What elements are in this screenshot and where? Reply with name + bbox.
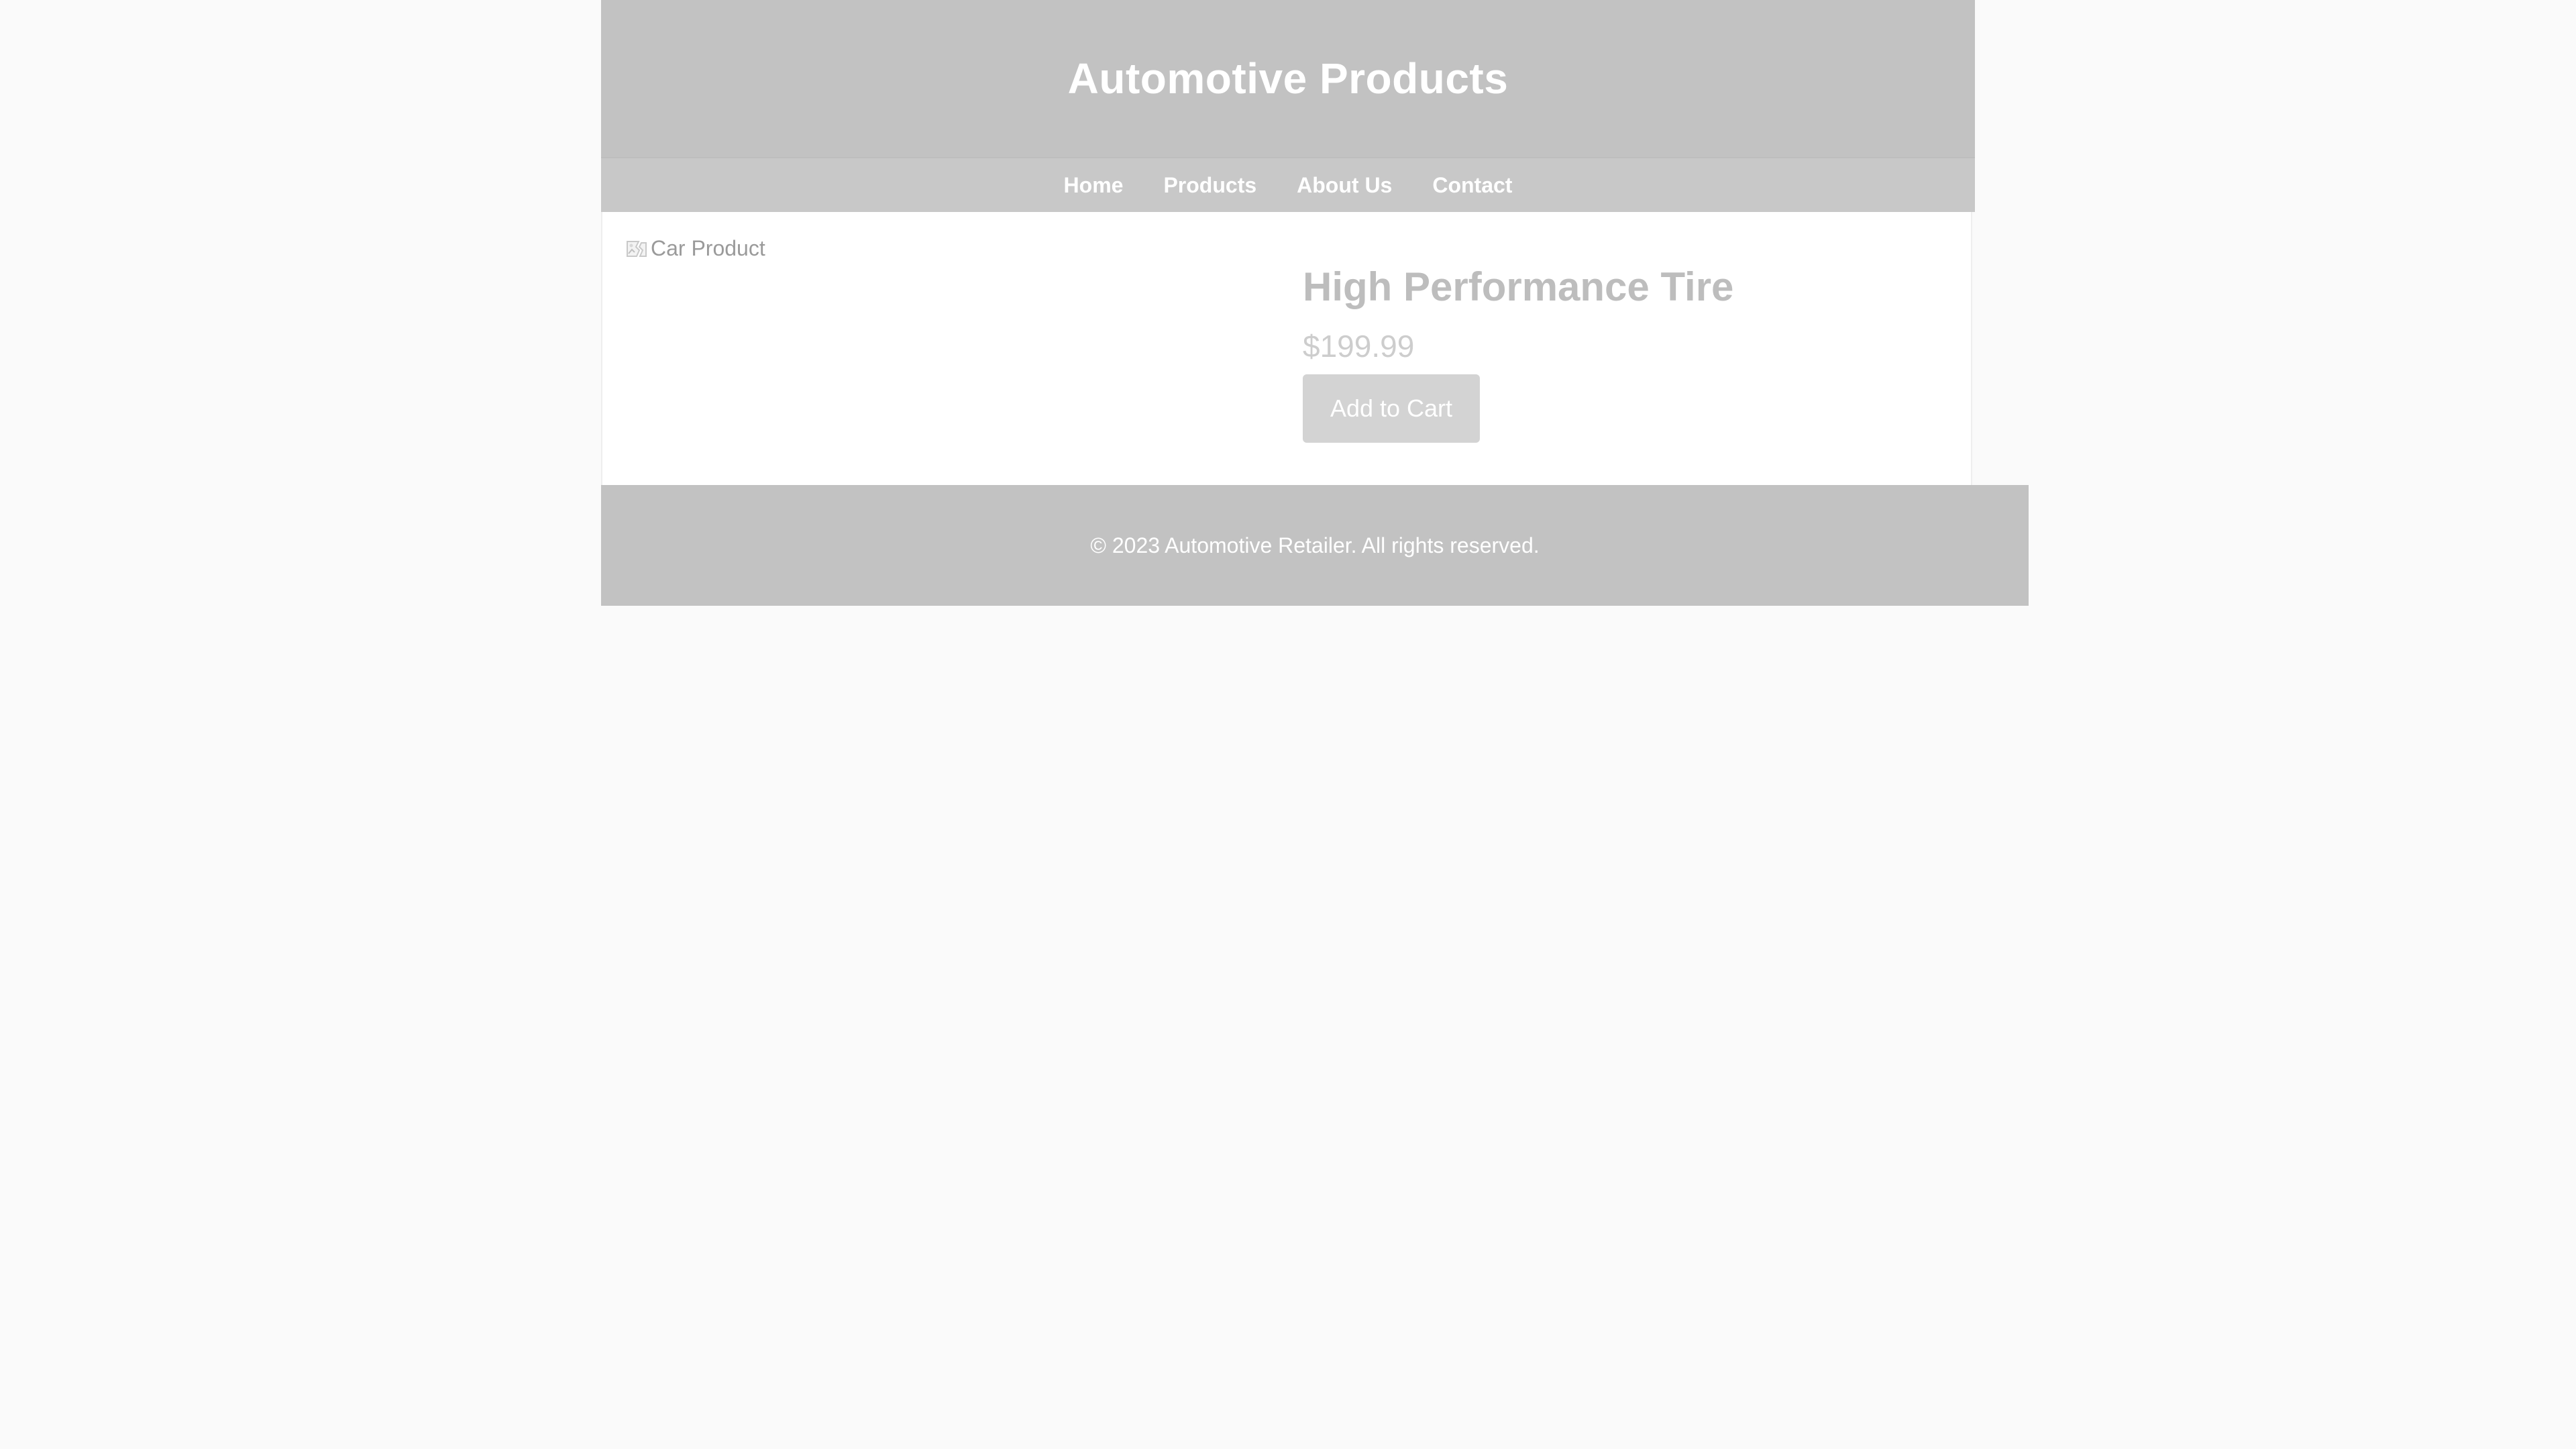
site-header: Automotive Products	[601, 0, 1975, 158]
nav-link-about-us[interactable]: About Us	[1297, 173, 1392, 198]
nav-link-home[interactable]: Home	[1064, 173, 1124, 198]
product-image-alt-text: Car Product	[651, 236, 765, 260]
broken-image-icon	[625, 239, 648, 259]
nav-link-contact[interactable]: Contact	[1432, 173, 1512, 198]
product-section: Car Product High Performance Tire $199.9…	[601, 212, 1972, 485]
nav-link-products[interactable]: Products	[1163, 173, 1256, 198]
site-title: Automotive Products	[1067, 54, 1509, 103]
product-price: $199.99	[1303, 329, 1415, 364]
add-to-cart-button[interactable]: Add to Cart	[1303, 374, 1480, 443]
product-details: High Performance Tire $199.99 Add to Car…	[1303, 260, 1733, 443]
site-footer: © 2023 Automotive Retailer. All rights r…	[601, 485, 2029, 606]
product-image: Car Product	[625, 236, 765, 261]
footer-copyright: © 2023 Automotive Retailer. All rights r…	[1090, 533, 1540, 557]
main-nav: Home Products About Us Contact	[601, 158, 1975, 212]
product-name: High Performance Tire	[1303, 264, 1734, 309]
